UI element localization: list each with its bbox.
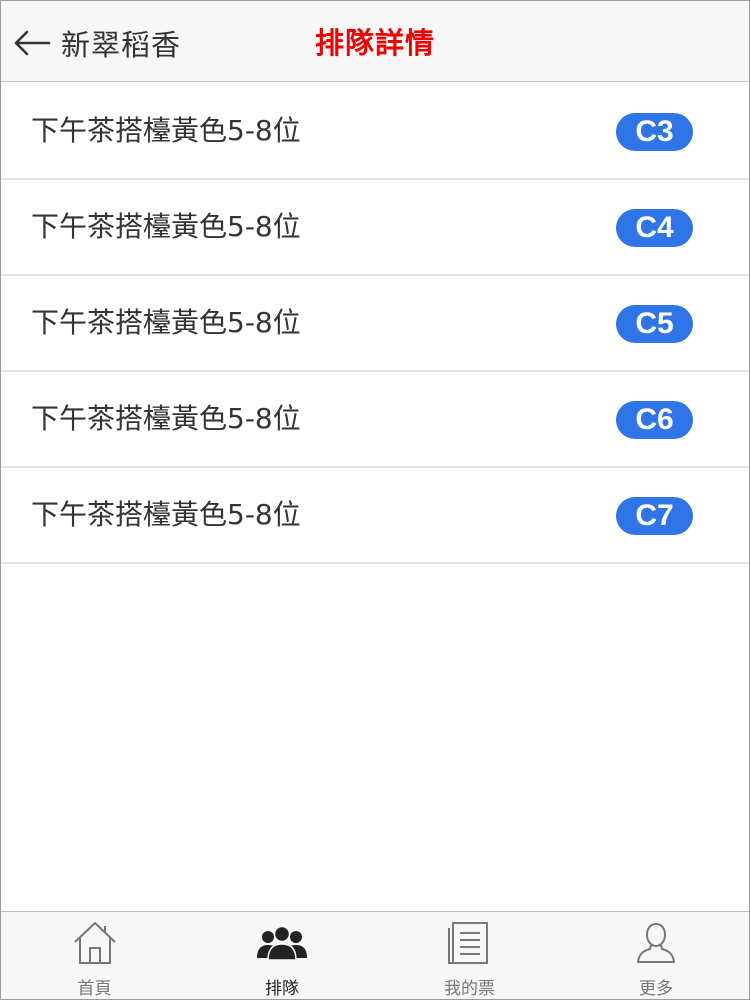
tab-home[interactable]: 首頁 (1, 912, 188, 999)
queue-list: 下午茶搭檯黃色5-8位 C3 下午茶搭檯黃色5-8位 C4 下午茶搭檯黃色5-8… (1, 84, 749, 564)
people-group-icon (257, 925, 307, 961)
queue-code-badge: C7 (616, 497, 693, 535)
queue-code-badge: C5 (616, 305, 693, 343)
back-arrow-icon (14, 30, 51, 56)
tab-label-queue: 排隊 (265, 979, 299, 999)
back-button[interactable]: 新翠稻香 (13, 23, 181, 63)
queue-code-badge: C4 (616, 209, 693, 247)
queue-row[interactable]: 下午茶搭檯黃色5-8位 C6 (1, 372, 749, 468)
page-title: 排隊詳情 (315, 26, 436, 60)
queue-code-badge: C6 (616, 401, 693, 439)
queue-code-badge: C3 (616, 113, 693, 151)
tab-bar: 首頁 排隊 我的票 更多 (1, 911, 749, 999)
queue-row[interactable]: 下午茶搭檯黃色5-8位 C7 (1, 468, 749, 564)
queue-row[interactable]: 下午茶搭檯黃色5-8位 C3 (1, 84, 749, 180)
tab-label-my-tickets: 我的票 (444, 979, 495, 999)
nav-header: 新翠稻香 排隊詳情 (1, 1, 749, 82)
queue-label: 下午茶搭檯黃色5-8位 (31, 114, 301, 147)
person-outline-icon (637, 922, 675, 963)
queue-label: 下午茶搭檯黃色5-8位 (31, 498, 301, 531)
queue-label: 下午茶搭檯黃色5-8位 (31, 210, 301, 243)
app-screen: 新翠稻香 排隊詳情 下午茶搭檯黃色5-8位 C3 下午茶搭檯黃色5-8位 C4 … (0, 0, 750, 1000)
tab-my-tickets[interactable]: 我的票 (376, 912, 563, 999)
tab-more[interactable]: 更多 (563, 912, 749, 999)
queue-label: 下午茶搭檯黃色5-8位 (31, 306, 301, 339)
queue-row[interactable]: 下午茶搭檯黃色5-8位 C5 (1, 276, 749, 372)
queue-row[interactable]: 下午茶搭檯黃色5-8位 C4 (1, 180, 749, 276)
tab-label-home: 首頁 (77, 979, 112, 999)
tab-label-more: 更多 (639, 979, 673, 999)
ticket-list-icon (447, 922, 488, 964)
tab-queue[interactable]: 排隊 (188, 912, 376, 999)
back-label: 新翠稻香 (61, 28, 182, 62)
home-icon (73, 922, 116, 964)
queue-label: 下午茶搭檯黃色5-8位 (31, 402, 301, 435)
